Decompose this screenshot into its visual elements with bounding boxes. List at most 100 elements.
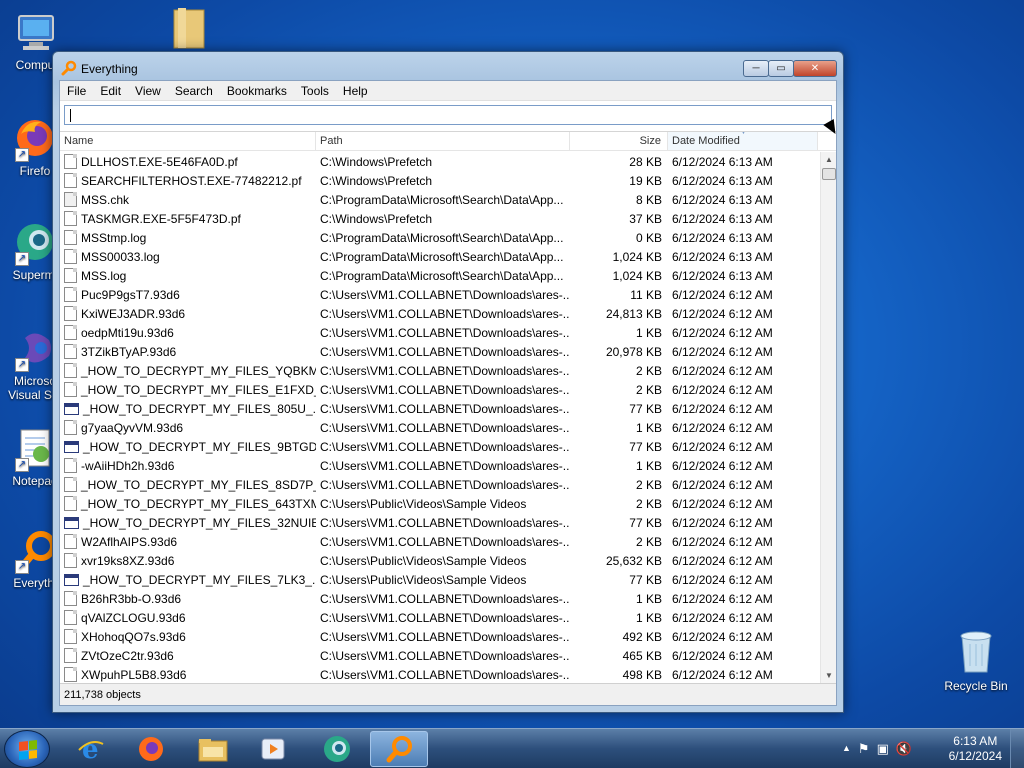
everything-window: Everything ─ ▭ ✕ File Edit View Search B… bbox=[52, 51, 844, 713]
cell-path: C:\ProgramData\Microsoft\Search\Data\App… bbox=[320, 192, 564, 207]
table-row[interactable]: xvr19ks8XZ.93d6 C:\Users\Public\Videos\Sa… bbox=[60, 551, 820, 570]
table-row[interactable]: 3TZikBTyAP.93d6 C:\Users\VM1.COLLABNET\Do… bbox=[60, 342, 820, 361]
table-row[interactable]: g7yaaQyvVM.93d6 C:\Users\VM1.COLLABNET\Do… bbox=[60, 418, 820, 437]
file-icon bbox=[64, 268, 77, 283]
cell-date-modified: 6/12/2024 6:12 AM bbox=[672, 610, 773, 625]
table-row[interactable]: W2AflhAIPS.93d6 C:\Users\VM1.COLLABNET\Do… bbox=[60, 532, 820, 551]
menu-tools[interactable]: Tools bbox=[294, 81, 336, 100]
column-header-path[interactable]: Path bbox=[316, 132, 570, 150]
network-icon[interactable]: ▣ bbox=[877, 741, 889, 757]
volume-muted-icon[interactable]: 🔇 bbox=[896, 741, 912, 757]
cell-name: -wAiiHDh2h.93d6 bbox=[60, 458, 316, 473]
menu-view[interactable]: View bbox=[128, 81, 168, 100]
title-bar[interactable]: Everything ─ ▭ ✕ bbox=[53, 52, 843, 82]
file-name: MSS.log bbox=[81, 268, 127, 283]
search-input[interactable] bbox=[64, 105, 832, 125]
menu-bar: File Edit View Search Bookmarks Tools He… bbox=[60, 81, 836, 101]
menu-file[interactable]: File bbox=[60, 81, 93, 100]
cell-size: 24,813 KB bbox=[605, 306, 662, 321]
table-row[interactable]: -wAiiHDh2h.93d6 C:\Users\VM1.COLLABNET\Do… bbox=[60, 456, 820, 475]
table-row[interactable]: _HOW_TO_DECRYPT_MY_FILES_7LK3_.hta C:\Use… bbox=[60, 570, 820, 589]
cell-size: 8 KB bbox=[635, 192, 662, 207]
taskbar-internet-explorer[interactable]: e bbox=[62, 731, 120, 767]
file-icon bbox=[64, 553, 77, 568]
menu-edit[interactable]: Edit bbox=[93, 81, 128, 100]
minimize-button[interactable]: ─ bbox=[743, 60, 769, 77]
table-row[interactable]: _HOW_TO_DECRYPT_MY_FILES_E1FXD_.txt C:\Us… bbox=[60, 380, 820, 399]
table-row[interactable]: _HOW_TO_DECRYPT_MY_FILES_805U_.hta C:\Use… bbox=[60, 399, 820, 418]
table-row[interactable]: B26hR3bb-O.93d6 C:\Users\VM1.COLLABNET\Do… bbox=[60, 589, 820, 608]
show-desktop-button[interactable] bbox=[1010, 729, 1024, 768]
maximize-button[interactable]: ▭ bbox=[768, 60, 794, 77]
table-row[interactable]: TASKMGR.EXE-5F5F473D.pf C:\Windows\Prefet… bbox=[60, 209, 820, 228]
close-button[interactable]: ✕ bbox=[793, 60, 837, 77]
cell-date-modified: 6/12/2024 6:12 AM bbox=[672, 306, 773, 321]
cell-size: 2 KB bbox=[635, 534, 662, 549]
cell-size: 0 KB bbox=[635, 230, 662, 245]
table-row[interactable]: Puc9P9gsT7.93d6 C:\Users\VM1.COLLABNET\Do… bbox=[60, 285, 820, 304]
scroll-thumb[interactable] bbox=[822, 168, 836, 180]
table-row[interactable]: _HOW_TO_DECRYPT_MY_FILES_643TXM_.... C:\U… bbox=[60, 494, 820, 513]
table-row[interactable]: XHohoqQO7s.93d6 C:\Users\VM1.COLLABNET\Do… bbox=[60, 627, 820, 646]
shortcut-arrow-icon: ↗ bbox=[15, 252, 29, 266]
taskbar-firefox[interactable] bbox=[122, 731, 180, 767]
table-row[interactable]: _HOW_TO_DECRYPT_MY_FILES_32NUIEW... C:\Us… bbox=[60, 513, 820, 532]
recycle-bin-label: Recycle Bin bbox=[944, 679, 1008, 693]
table-row[interactable]: MSS.log C:\ProgramData\Microsoft\Search\D… bbox=[60, 266, 820, 285]
cell-path: C:\Users\VM1.COLLABNET\Downloads\ares-..… bbox=[320, 401, 570, 416]
cell-size: 1 KB bbox=[635, 325, 662, 340]
table-row[interactable]: oedpMti19u.93d6 C:\Users\VM1.COLLABNET\Do… bbox=[60, 323, 820, 342]
table-row[interactable]: _HOW_TO_DECRYPT_MY_FILES_9BTGDPA... C:\Us… bbox=[60, 437, 820, 456]
menu-search[interactable]: Search bbox=[168, 81, 220, 100]
table-row[interactable]: _HOW_TO_DECRYPT_MY_FILES_YQBKM3I... C:\Us… bbox=[60, 361, 820, 380]
window-title: Everything bbox=[81, 62, 138, 76]
hta-file-icon bbox=[64, 573, 79, 586]
cell-size: 2 KB bbox=[635, 477, 662, 492]
table-row[interactable]: MSS.chk C:\ProgramData\Microsoft\Search\D… bbox=[60, 190, 820, 209]
recycle-bin[interactable]: Recycle Bin bbox=[940, 628, 1012, 693]
table-row[interactable]: XWpuhPL5B8.93d6 C:\Users\VM1.COLLABNET\Do… bbox=[60, 665, 820, 683]
table-row[interactable]: MSS00033.log C:\ProgramData\Microsoft\Sea… bbox=[60, 247, 820, 266]
folder-icon bbox=[173, 8, 205, 49]
table-row[interactable]: _HOW_TO_DECRYPT_MY_FILES_8SD7P_.txt C:\Us… bbox=[60, 475, 820, 494]
taskbar-media-player[interactable] bbox=[244, 731, 302, 767]
column-header-name[interactable]: Name bbox=[60, 132, 316, 150]
show-hidden-icons-icon[interactable]: ▲ bbox=[842, 741, 851, 757]
cell-name: KxiWEJ3ADR.93d6 bbox=[60, 306, 316, 321]
cell-path: C:\Users\VM1.COLLABNET\Downloads\ares-..… bbox=[320, 591, 570, 606]
cell-date-modified: 6/12/2024 6:12 AM bbox=[672, 401, 773, 416]
scroll-up-icon[interactable]: ▲ bbox=[821, 152, 836, 168]
column-header-size[interactable]: Size bbox=[570, 132, 668, 150]
table-row[interactable]: MSStmp.log C:\ProgramData\Microsoft\Searc… bbox=[60, 228, 820, 247]
results-list[interactable]: Name Path Size ▼ Date Modified DLLHOST.E… bbox=[60, 131, 836, 683]
scroll-down-icon[interactable]: ▼ bbox=[821, 669, 836, 683]
taskbar-supermium[interactable] bbox=[308, 731, 366, 767]
taskbar-file-explorer[interactable] bbox=[184, 731, 242, 767]
table-row[interactable]: qVAlZCLOGU.93d6 C:\Users\VM1.COLLABNET\Do… bbox=[60, 608, 820, 627]
cell-size: 2 KB bbox=[635, 496, 662, 511]
table-row[interactable]: KxiWEJ3ADR.93d6 C:\Users\VM1.COLLABNET\Do… bbox=[60, 304, 820, 323]
menu-bookmarks[interactable]: Bookmarks bbox=[220, 81, 294, 100]
desktop-folder[interactable] bbox=[170, 6, 210, 53]
action-center-flag-icon[interactable]: ⚑ bbox=[858, 741, 870, 757]
vertical-scrollbar[interactable]: ▲ ▼ bbox=[820, 152, 836, 683]
file-name: _HOW_TO_DECRYPT_MY_FILES_7LK3_.hta bbox=[83, 572, 316, 587]
cell-date-modified: 6/12/2024 6:13 AM bbox=[672, 249, 773, 264]
file-explorer-icon bbox=[198, 739, 228, 762]
clock[interactable]: 6:13 AM 6/12/2024 bbox=[949, 734, 1002, 764]
column-header-date-modified[interactable]: ▼ Date Modified bbox=[668, 132, 818, 150]
table-row[interactable]: SEARCHFILTERHOST.EXE-77482212.pf C:\Windo… bbox=[60, 171, 820, 190]
cell-date-modified: 6/12/2024 6:13 AM bbox=[672, 173, 773, 188]
start-button[interactable] bbox=[4, 730, 50, 768]
column-header-date-label: Date Modified bbox=[672, 135, 740, 147]
cell-size: 20,978 KB bbox=[605, 344, 662, 359]
menu-help[interactable]: Help bbox=[336, 81, 375, 100]
table-row[interactable]: DLLHOST.EXE-5E46FA0D.pf C:\Windows\Prefet… bbox=[60, 152, 820, 171]
cell-name: 3TZikBTyAP.93d6 bbox=[60, 344, 316, 359]
table-row[interactable]: ZVtOzeC2tr.93d6 C:\Users\VM1.COLLABNET\Do… bbox=[60, 646, 820, 665]
cell-size: 19 KB bbox=[629, 173, 662, 188]
taskbar-everything[interactable] bbox=[370, 731, 428, 767]
cell-date-modified: 6/12/2024 6:12 AM bbox=[672, 591, 773, 606]
file-icon bbox=[64, 154, 77, 169]
cell-size: 25,632 KB bbox=[605, 553, 662, 568]
